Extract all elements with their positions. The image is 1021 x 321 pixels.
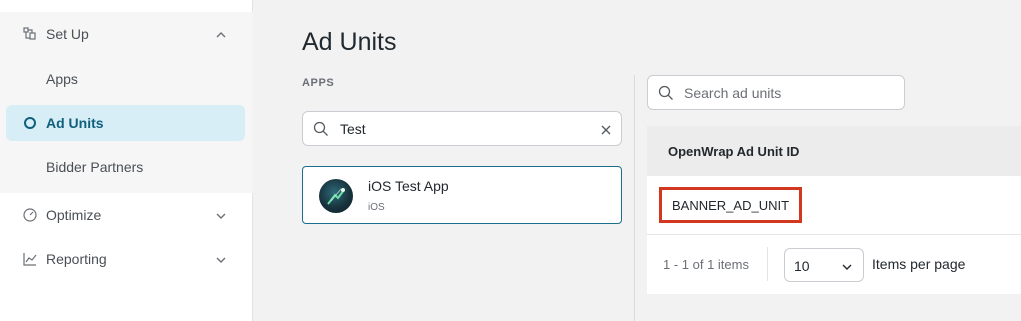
ad-units-table: OpenWrap Ad Unit ID BANNER_AD_UNIT 1 - 1… — [647, 126, 1021, 294]
table-row[interactable]: BANNER_AD_UNIT — [647, 176, 1021, 235]
nav-reporting-label: Reporting — [46, 251, 107, 267]
nav-optimize-label: Optimize — [46, 207, 102, 223]
ad-units-search[interactable] — [647, 75, 905, 110]
search-icon — [313, 121, 329, 137]
gauge-icon — [22, 207, 38, 223]
column-header-ad-unit-id[interactable]: OpenWrap Ad Unit ID — [668, 144, 799, 159]
search-icon — [658, 85, 674, 101]
nav-setup[interactable]: Set Up — [6, 16, 245, 52]
sidebar-item-label: Ad Units — [46, 115, 104, 131]
app-icon — [319, 179, 353, 213]
pagination-range: 1 - 1 of 1 items — [663, 257, 749, 272]
page-size-select[interactable]: 10 — [784, 248, 864, 282]
chevron-down-icon[interactable] — [215, 209, 227, 221]
apps-heading: APPS — [302, 77, 335, 89]
apps-search-input[interactable]: Test — [302, 111, 622, 146]
nav-setup-label: Set Up — [46, 26, 89, 42]
circle-icon — [22, 115, 38, 131]
sidebar-item-ad-units[interactable]: Ad Units — [6, 105, 245, 141]
ad-units-search-input[interactable] — [684, 83, 894, 103]
ad-unit-id-cell[interactable]: BANNER_AD_UNIT — [659, 187, 803, 223]
page-title: Ad Units — [302, 28, 397, 56]
app-name: iOS Test App — [368, 178, 449, 194]
chevron-up-icon[interactable] — [215, 28, 227, 40]
pagination: 1 - 1 of 1 items 10 Items per page — [647, 235, 1021, 294]
nav-reporting[interactable]: Reporting — [6, 241, 245, 277]
sidebar-item-bidder-partners[interactable]: Bidder Partners — [6, 149, 245, 185]
sidebar-item-apps[interactable]: Apps — [6, 61, 245, 97]
app-platform: iOS — [368, 202, 385, 213]
nav-optimize[interactable]: Optimize — [6, 197, 245, 233]
app-card[interactable]: iOS Test App iOS — [302, 166, 622, 224]
sidebar: Set Up Apps Ad Units Bidder Partners Opt… — [0, 0, 253, 321]
apps-search-value: Test — [340, 121, 366, 137]
chevron-down-icon[interactable] — [215, 253, 227, 265]
sidebar-item-label: Bidder Partners — [46, 159, 144, 175]
panel-divider — [634, 75, 635, 321]
items-per-page-label: Items per page — [872, 256, 966, 272]
setup-icon — [22, 26, 38, 42]
sidebar-item-label: Apps — [46, 71, 78, 87]
pagination-separator — [767, 247, 768, 281]
page-size-value: 10 — [794, 258, 810, 274]
chevron-down-icon — [841, 260, 853, 272]
clear-icon[interactable] — [600, 123, 612, 135]
chart-line-icon — [22, 251, 38, 267]
table-header: OpenWrap Ad Unit ID — [647, 126, 1021, 176]
